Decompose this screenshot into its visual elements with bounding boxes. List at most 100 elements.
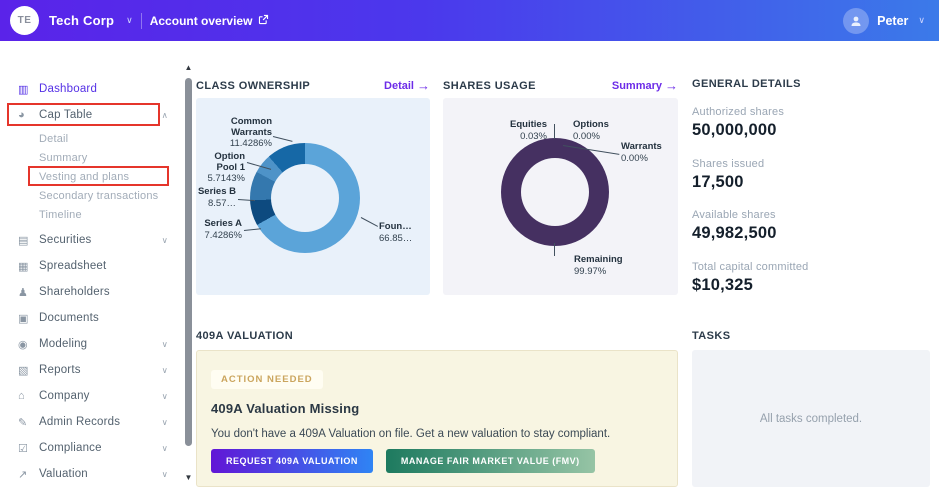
sidebar-item-admin-records[interactable]: ✎Admin Records∨ <box>0 409 182 435</box>
shares-usage-card: Equities0.03%Options0.00%Warrants0.00%Re… <box>443 98 678 295</box>
building-icon: ⌂ <box>18 390 39 402</box>
valuation-409a-title: 409A VALUATION <box>196 330 293 342</box>
user-avatar <box>843 8 869 34</box>
general-details-title: GENERAL DETAILS <box>692 78 939 90</box>
arrow-right-icon: → <box>417 78 430 93</box>
tasks-title: TASKS <box>692 330 730 342</box>
chevron-down-icon: ∨ <box>162 235 168 246</box>
chart-label-founders: Foun…66.85… <box>379 222 429 244</box>
class-ownership-header: CLASS OWNERSHIP Detail → <box>196 78 430 93</box>
dashboard-icon: ▥ <box>18 83 39 96</box>
chevron-down-icon: ∨ <box>162 365 168 376</box>
sidebar-subitem-summary[interactable]: Summary <box>0 148 182 167</box>
chart-label-warrants: Warrants0.00% <box>621 142 675 164</box>
chart-label-remaining: Remaining99.97% <box>574 255 638 277</box>
company-avatar: TE <box>10 6 39 35</box>
user-menu[interactable]: Peter ∨ <box>843 8 939 34</box>
chevron-down-icon: ∨ <box>918 15 925 26</box>
sidebar-item-cap-table[interactable]: ◕Cap Table∧ <box>0 102 182 128</box>
chart-label-options: Options0.00% <box>573 120 619 142</box>
chart-label-common-warrants: Common Warrants11.4286% <box>210 117 272 150</box>
lightbulb-icon: ◉ <box>18 338 39 351</box>
sidebar-item-documents[interactable]: ▣Documents <box>0 305 182 331</box>
shares-usage-donut-chart <box>501 138 609 246</box>
sidebar-submenu-cap-table: DetailSummaryVesting and plansSecondary … <box>0 128 182 227</box>
chart-label-option-pool-1: Option Pool 15.7143% <box>198 152 245 185</box>
clipboard-icon: ▤ <box>18 234 39 247</box>
pencil-doc-icon: ✎ <box>18 416 39 429</box>
general-details-panel: GENERAL DETAILS Authorized shares 50,000… <box>692 78 939 90</box>
shares-usage-header: SHARES USAGE Summary → <box>443 78 678 93</box>
sidebar-item-dashboard[interactable]: ▥Dashboard <box>0 76 182 102</box>
chart-label-series-a: Series A7.4286% <box>200 219 242 241</box>
tasks-header: TASKS <box>692 330 930 342</box>
field-total-capital-committed: Total capital committed $10,325 <box>692 261 808 295</box>
company-initials: TE <box>18 15 32 26</box>
scroll-up-arrow-icon[interactable]: ▲ <box>182 62 195 74</box>
folder-icon: ▣ <box>18 312 39 325</box>
user-name: Peter <box>877 14 908 28</box>
sidebar-subitem-secondary-transactions[interactable]: Secondary transactions <box>0 186 182 205</box>
sidebar-nav: ▥Dashboard◕Cap Table∧DetailSummaryVestin… <box>0 41 182 491</box>
callout-line <box>273 136 293 142</box>
action-needed-badge: ACTION NEEDED <box>211 370 323 389</box>
sidebar-scrollbar[interactable]: ▲ ▼ <box>182 60 195 491</box>
account-overview-label: Account overview <box>150 14 253 28</box>
sidebar-item-reports[interactable]: ▧Reports∨ <box>0 357 182 383</box>
sidebar-item-spreadsheet[interactable]: ▦Spreadsheet <box>0 253 182 279</box>
scrollbar-thumb[interactable] <box>185 78 192 446</box>
valuation-409a-card: ACTION NEEDED 409A Valuation Missing You… <box>196 350 678 487</box>
account-overview-link[interactable]: Account overview <box>150 14 270 28</box>
scroll-down-arrow-icon[interactable]: ▼ <box>182 472 195 484</box>
tasks-empty-message: All tasks completed. <box>760 413 862 425</box>
shares-usage-title: SHARES USAGE <box>443 80 536 92</box>
report-icon: ▧ <box>18 364 39 377</box>
callout-line <box>361 217 378 227</box>
chevron-up-icon: ∧ <box>162 110 168 121</box>
person-icon: ♟ <box>18 286 39 299</box>
person-icon <box>849 14 863 28</box>
pie-chart-icon: ◕ <box>18 109 39 121</box>
external-link-icon <box>258 14 269 28</box>
chevron-down-icon: ∨ <box>162 469 168 480</box>
class-ownership-donut-chart <box>250 143 360 253</box>
manage-fmv-button[interactable]: MANAGE FAIR MARKET VALUE (FMV) <box>386 449 595 473</box>
company-switcher[interactable]: TE Tech Corp ∨ <box>0 6 133 35</box>
chevron-down-icon: ∨ <box>162 443 168 454</box>
sidebar-item-securities[interactable]: ▤Securities∨ <box>0 227 182 253</box>
field-available-shares: Available shares 49,982,500 <box>692 209 777 243</box>
callout-line <box>244 228 261 231</box>
class-ownership-card: Foun…66.85… Series A7.4286% Series B8.57…O… <box>196 98 430 295</box>
company-name: Tech Corp <box>49 13 114 28</box>
chevron-down-icon: ∨ <box>162 339 168 350</box>
valuation-missing-heading: 409A Valuation Missing <box>211 401 359 416</box>
field-authorized-shares: Authorized shares 50,000,000 <box>692 106 784 140</box>
request-409a-valuation-button[interactable]: REQUEST 409A VALUATION <box>211 449 373 473</box>
chevron-down-icon: ∨ <box>126 15 133 26</box>
app-window: TE Tech Corp ∨ Account overview Peter ∨ … <box>0 0 939 491</box>
sidebar-item-valuation[interactable]: ↗Valuation∨ <box>0 461 182 487</box>
sidebar-item-modeling[interactable]: ◉Modeling∨ <box>0 331 182 357</box>
check-shield-icon: ☑ <box>18 442 39 455</box>
class-ownership-detail-link[interactable]: Detail → <box>384 78 430 93</box>
top-navbar: TE Tech Corp ∨ Account overview Peter ∨ <box>0 0 939 41</box>
table-icon: ▦ <box>18 260 39 273</box>
callout-line <box>238 199 255 201</box>
valuation-missing-body: You don't have a 409A Valuation on file.… <box>211 428 610 440</box>
sidebar-item-shareholders[interactable]: ♟Shareholders <box>0 279 182 305</box>
valuation-actions: REQUEST 409A VALUATION MANAGE FAIR MARKE… <box>211 449 595 473</box>
sidebar-item-company[interactable]: ⌂Company∨ <box>0 383 182 409</box>
chevron-down-icon: ∨ <box>162 391 168 402</box>
class-ownership-title: CLASS OWNERSHIP <box>196 80 310 92</box>
field-shares-issued: Shares issued 17,500 <box>692 158 764 192</box>
chart-label-series-b: Series B8.57… <box>196 187 236 209</box>
arrow-right-icon: → <box>665 78 678 93</box>
sidebar-subitem-timeline[interactable]: Timeline <box>0 205 182 224</box>
sidebar-item-compliance[interactable]: ☑Compliance∨ <box>0 435 182 461</box>
tasks-card: All tasks completed. <box>692 350 930 487</box>
growth-chart-icon: ↗ <box>18 468 39 481</box>
chevron-down-icon: ∨ <box>162 417 168 428</box>
sidebar-subitem-detail[interactable]: Detail <box>0 129 182 148</box>
shares-usage-summary-link[interactable]: Summary → <box>612 78 678 93</box>
sidebar-subitem-vesting-and-plans[interactable]: Vesting and plans <box>0 167 182 186</box>
